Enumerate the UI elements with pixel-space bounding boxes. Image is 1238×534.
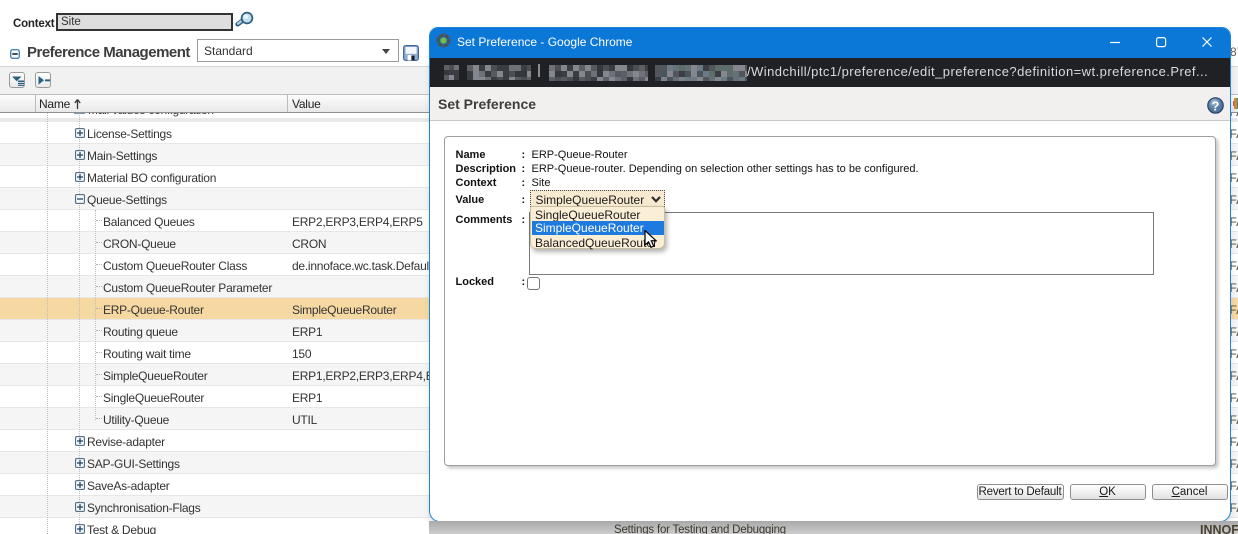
svg-text:?: ? [1212,98,1220,113]
